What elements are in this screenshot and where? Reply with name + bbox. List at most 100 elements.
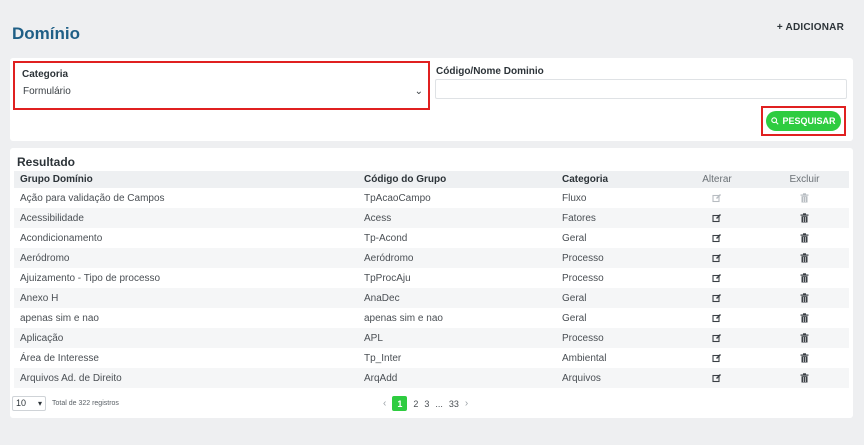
trash-icon[interactable] <box>800 273 809 283</box>
cell-grupo: Área de Interesse <box>20 352 99 364</box>
table-row[interactable]: apenas sim e nao apenas sim e nao Geral <box>14 308 849 328</box>
cell-alterar <box>674 268 760 288</box>
cell-categoria: Processo <box>562 272 604 284</box>
code-input[interactable] <box>435 79 847 99</box>
cell-alterar <box>674 368 760 388</box>
edit-icon[interactable] <box>712 293 722 303</box>
trash-icon[interactable] <box>800 293 809 303</box>
cell-categoria: Fluxo <box>562 192 587 204</box>
results-card: Resultado Grupo Domínio Código do Grupo … <box>10 148 853 418</box>
code-label: Código/Nome Dominio <box>436 66 544 77</box>
filter-card: Categoria Formulário ⌄ Código/Nome Domin… <box>10 58 853 141</box>
cell-categoria: Arquivos <box>556 368 674 388</box>
edit-icon[interactable] <box>712 253 722 263</box>
cell-excluir <box>760 368 849 388</box>
cell-grupo: Aplicação <box>14 328 358 348</box>
cell-grupo: Acondicionamento <box>20 232 103 244</box>
cell-grupo: Arquivos Ad. de Direito <box>14 368 358 388</box>
edit-icon[interactable] <box>712 353 722 363</box>
table-row[interactable]: Ação para validação de Campos TpAcaoCampo… <box>14 188 849 208</box>
search-label: PESQUISAR <box>782 116 836 126</box>
cell-codigo: Aeródromo <box>358 248 556 268</box>
edit-icon[interactable] <box>712 373 722 383</box>
cell-alterar <box>674 308 760 328</box>
cell-grupo: Anexo H <box>14 288 358 308</box>
edit-icon[interactable] <box>712 193 722 203</box>
cell-categoria: Geral <box>556 288 674 308</box>
page-size-select[interactable]: 10 ▾ <box>12 396 46 411</box>
prev-page-icon[interactable]: ‹ <box>383 398 386 409</box>
table-row[interactable]: Acessibilidade Acess Fatores <box>14 208 849 228</box>
chevron-down-icon: ⌄ <box>414 86 423 97</box>
results-table: Grupo Domínio Código do Grupo Categoria … <box>14 171 849 388</box>
page-current[interactable]: 1 <box>392 396 408 411</box>
table-row[interactable]: Acondicionamento Tp-Acond Geral <box>14 228 849 248</box>
table-row[interactable]: Aplicação APL Processo <box>14 328 849 348</box>
edit-icon[interactable] <box>712 213 722 223</box>
cell-categoria: Fatores <box>556 208 674 228</box>
cell-excluir <box>760 208 849 228</box>
cell-categoria: Processo <box>556 328 674 348</box>
cell-alterar <box>674 248 760 268</box>
edit-icon[interactable] <box>712 313 722 323</box>
page-ellipsis: ... <box>435 398 443 409</box>
col-grupo[interactable]: Grupo Domínio <box>14 171 358 188</box>
pagination: ‹ 1 2 3 ... 33 › <box>383 396 468 411</box>
next-page-icon[interactable]: › <box>465 398 468 409</box>
col-categoria[interactable]: Categoria <box>556 171 674 188</box>
col-codigo[interactable]: Código do Grupo <box>358 171 556 188</box>
add-button[interactable]: + ADICIONAR <box>777 22 844 33</box>
trash-icon[interactable] <box>800 213 809 223</box>
category-select[interactable]: Formulário ⌄ <box>21 82 425 101</box>
edit-icon[interactable] <box>712 273 722 283</box>
category-value: Formulário <box>23 86 71 97</box>
trash-icon[interactable] <box>800 253 809 263</box>
cell-categoria: Geral <box>562 232 587 244</box>
trash-icon[interactable] <box>800 313 809 323</box>
cell-grupo: Ajuizamento - Tipo de processo <box>20 272 161 284</box>
cell-excluir <box>760 328 849 348</box>
cell-alterar <box>674 188 760 208</box>
table-row[interactable]: Área de Interesse Tp_Inter Ambiental <box>14 348 849 368</box>
table-row[interactable]: Ajuizamento - Tipo de processo TpProcAju P… <box>14 268 849 288</box>
cell-codigo: TpProcAju <box>364 272 411 284</box>
trash-icon[interactable] <box>800 353 809 363</box>
page-last[interactable]: 33 <box>449 399 459 409</box>
cell-categoria: Ambiental <box>562 352 607 364</box>
cell-excluir <box>760 348 849 368</box>
cell-alterar <box>674 208 760 228</box>
edit-icon[interactable] <box>712 233 722 243</box>
category-label: Categoria <box>22 69 69 80</box>
cell-alterar <box>674 288 760 308</box>
cell-codigo: Acess <box>358 208 556 228</box>
cell-alterar <box>674 228 760 248</box>
trash-icon[interactable] <box>800 333 809 343</box>
page-size-area: 10 ▾ Total de 322 registros <box>12 396 119 411</box>
search-icon <box>771 117 780 125</box>
page-2[interactable]: 2 <box>413 399 418 409</box>
trash-icon[interactable] <box>800 373 809 383</box>
trash-icon[interactable] <box>800 193 809 203</box>
cell-excluir <box>760 248 849 268</box>
trash-icon[interactable] <box>800 233 809 243</box>
cell-categoria: Geral <box>562 312 587 324</box>
cell-grupo: Ação para validação de Campos <box>20 192 165 204</box>
search-button[interactable]: PESQUISAR <box>766 111 841 131</box>
table-row[interactable]: Anexo H AnaDec Geral <box>14 288 849 308</box>
page-3[interactable]: 3 <box>424 399 429 409</box>
col-excluir: Excluir <box>760 171 849 188</box>
table-row[interactable]: Aeródromo Aeródromo Processo <box>14 248 849 268</box>
table-row[interactable]: Arquivos Ad. de Direito ArqAdd Arquivos <box>14 368 849 388</box>
cell-codigo: TpAcaoCampo <box>364 192 431 204</box>
cell-categoria: Processo <box>556 248 674 268</box>
cell-excluir <box>760 228 849 248</box>
cell-codigo: Tp_Inter <box>364 352 402 364</box>
edit-icon[interactable] <box>712 333 722 343</box>
cell-grupo: Aeródromo <box>14 248 358 268</box>
search-highlight: PESQUISAR <box>761 106 846 136</box>
table-header: Grupo Domínio Código do Grupo Categoria … <box>14 171 849 188</box>
cell-codigo: ArqAdd <box>358 368 556 388</box>
cell-excluir <box>760 188 849 208</box>
cell-excluir <box>760 268 849 288</box>
cell-codigo: Tp-Acond <box>364 232 408 244</box>
